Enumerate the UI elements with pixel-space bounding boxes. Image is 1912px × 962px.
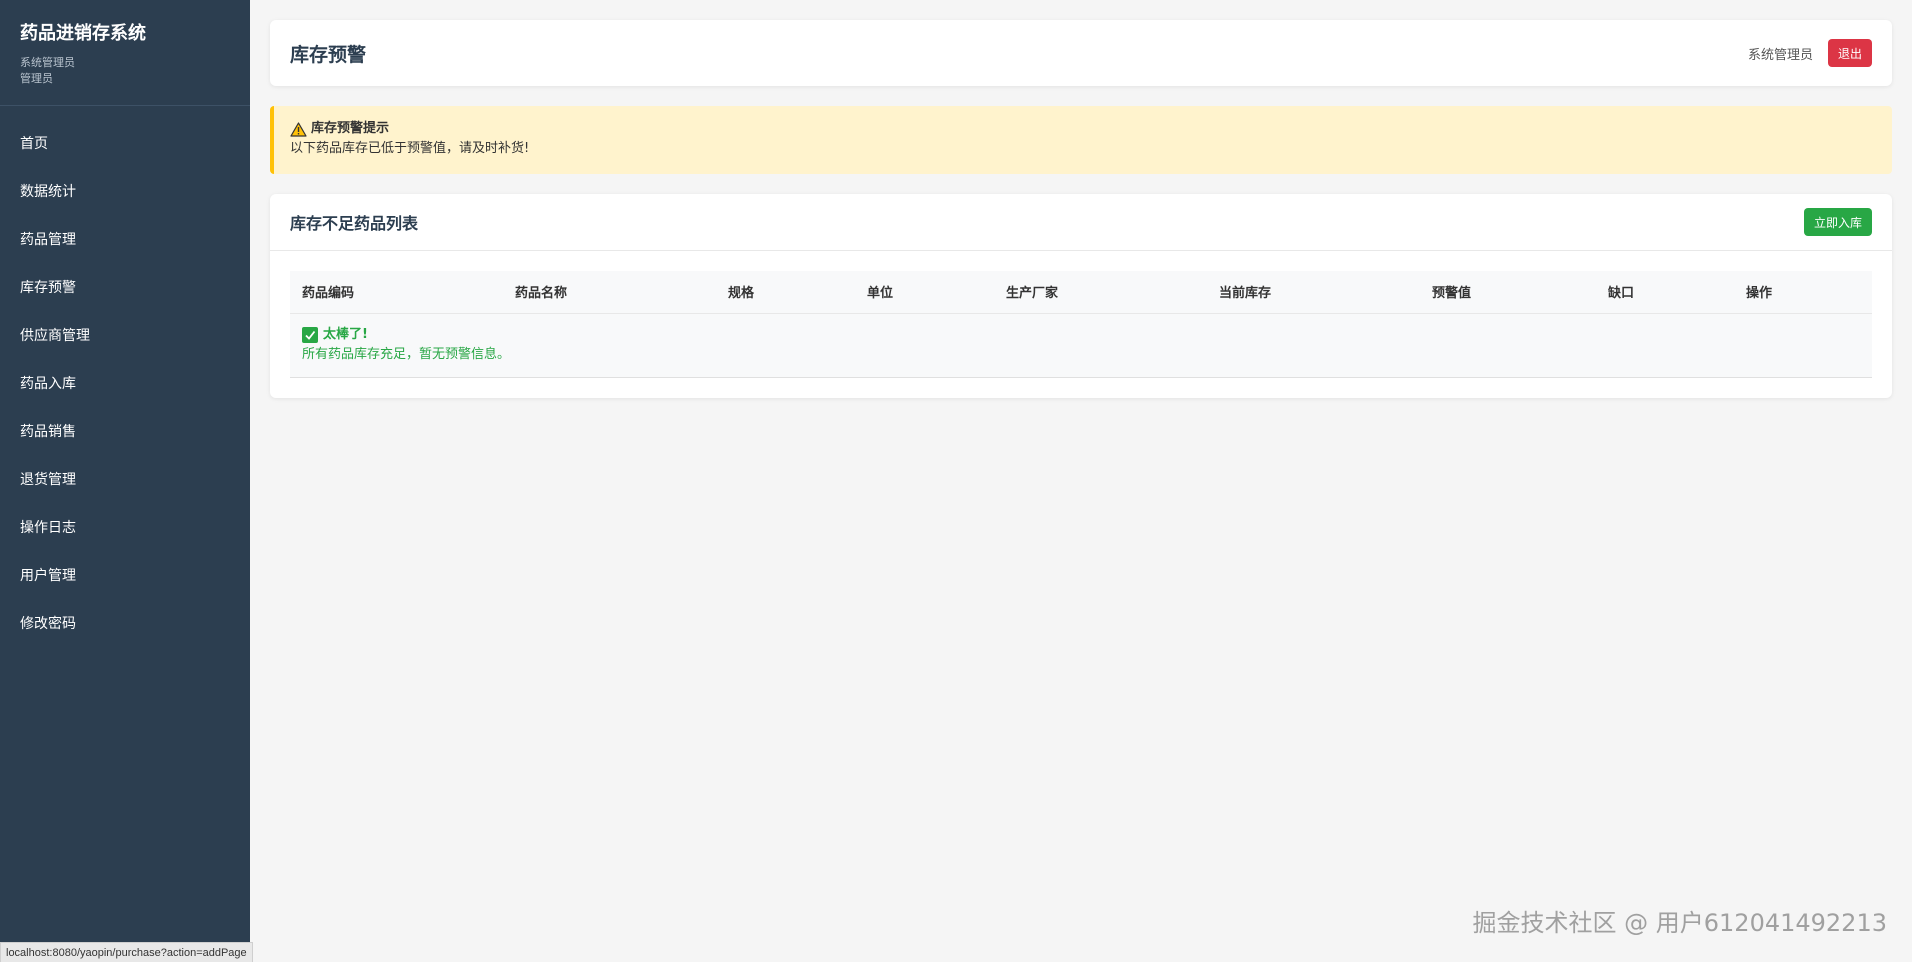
sidebar-item-drug-management[interactable]: 药品管理	[0, 216, 250, 264]
column-header-manufacturer: 生产厂家	[994, 271, 1207, 314]
alert-title-row: 库存预警提示	[290, 120, 1876, 138]
sidebar-item-suppliers[interactable]: 供应商管理	[0, 312, 250, 360]
table-header-row: 药品编码 药品名称 规格 单位 生产厂家 当前库存 预警值 缺口 操作	[290, 271, 1872, 314]
check-icon	[302, 327, 318, 343]
table-wrapper: 药品编码 药品名称 规格 单位 生产厂家 当前库存 预警值 缺口 操作 太棒了!…	[270, 251, 1892, 378]
main-content: 库存预警 系统管理员 退出 库存预警提示 以下药品库存已低于预警值，请及时补货!…	[250, 0, 1912, 962]
sidebar-item-home[interactable]: 首页	[0, 120, 250, 168]
sidebar-brand: 药品进销存系统 系统管理员 管理员	[0, 0, 250, 106]
alert-title: 库存预警提示	[311, 121, 390, 136]
sidebar-item-statistics[interactable]: 数据统计	[0, 168, 250, 216]
sidebar-nav: 首页 数据统计 药品管理 库存预警 供应商管理 药品入库 药品销售 退货管理 操…	[0, 106, 250, 648]
sidebar: 药品进销存系统 系统管理员 管理员 首页 数据统计 药品管理 库存预警 供应商管…	[0, 0, 250, 962]
column-header-code: 药品编码	[290, 271, 503, 314]
empty-state-message: 所有药品库存充足，暂无预警信息。	[302, 347, 511, 362]
empty-state-title: 太棒了!	[323, 327, 368, 342]
sidebar-item-returns[interactable]: 退货管理	[0, 456, 250, 504]
stock-in-button[interactable]: 立即入库	[1803, 208, 1872, 236]
page-header: 库存预警 系统管理员 退出	[270, 20, 1892, 86]
sidebar-item-operation-log[interactable]: 操作日志	[0, 504, 250, 552]
column-header-name: 药品名称	[503, 271, 716, 314]
column-header-current-stock: 当前库存	[1207, 271, 1420, 314]
app-title: 药品进销存系统	[20, 23, 146, 44]
empty-state: 太棒了! 所有药品库存充足，暂无预警信息。	[290, 313, 1872, 378]
header-user-name: 系统管理员	[1747, 47, 1813, 63]
header-user-area: 系统管理员 退出	[1748, 39, 1872, 67]
sidebar-item-sales[interactable]: 药品销售	[0, 408, 250, 456]
column-header-unit: 单位	[855, 271, 994, 314]
empty-state-row: 太棒了! 所有药品库存充足，暂无预警信息。	[290, 313, 1872, 378]
list-header: 库存不足药品列表 立即入库	[270, 194, 1892, 251]
sidebar-item-stock-alert[interactable]: 库存预警	[0, 264, 250, 312]
stock-alert-banner: 库存预警提示 以下药品库存已低于预警值，请及时补货!	[270, 106, 1892, 174]
low-stock-table: 药品编码 药品名称 规格 单位 生产厂家 当前库存 预警值 缺口 操作 太棒了!…	[290, 271, 1872, 378]
page-title: 库存预警	[290, 43, 367, 66]
empty-state-title-row: 太棒了!	[302, 326, 1860, 344]
sidebar-user-role: 管理员	[20, 72, 53, 85]
sidebar-item-stock-in[interactable]: 药品入库	[0, 360, 250, 408]
column-header-actions: 操作	[1734, 271, 1872, 314]
list-title: 库存不足药品列表	[290, 214, 419, 233]
sidebar-user-name: 系统管理员	[20, 56, 75, 69]
watermark: 掘金技术社区 @ 用户612041492213	[1472, 909, 1888, 937]
alert-message: 以下药品库存已低于预警值，请及时补货!	[290, 141, 530, 156]
sidebar-item-users[interactable]: 用户管理	[0, 552, 250, 600]
warning-icon	[290, 121, 307, 137]
column-header-spec: 规格	[716, 271, 855, 314]
column-header-warning-value: 预警值	[1420, 271, 1596, 314]
low-stock-list-card: 库存不足药品列表 立即入库 药品编码 药品名称 规格 单位 生产厂家 当前库存 …	[270, 194, 1892, 398]
column-header-shortage: 缺口	[1596, 271, 1734, 314]
browser-status-url: localhost:8080/yaopin/purchase?action=ad…	[0, 942, 253, 962]
logout-button[interactable]: 退出	[1827, 39, 1872, 67]
sidebar-item-change-password[interactable]: 修改密码	[0, 600, 250, 648]
